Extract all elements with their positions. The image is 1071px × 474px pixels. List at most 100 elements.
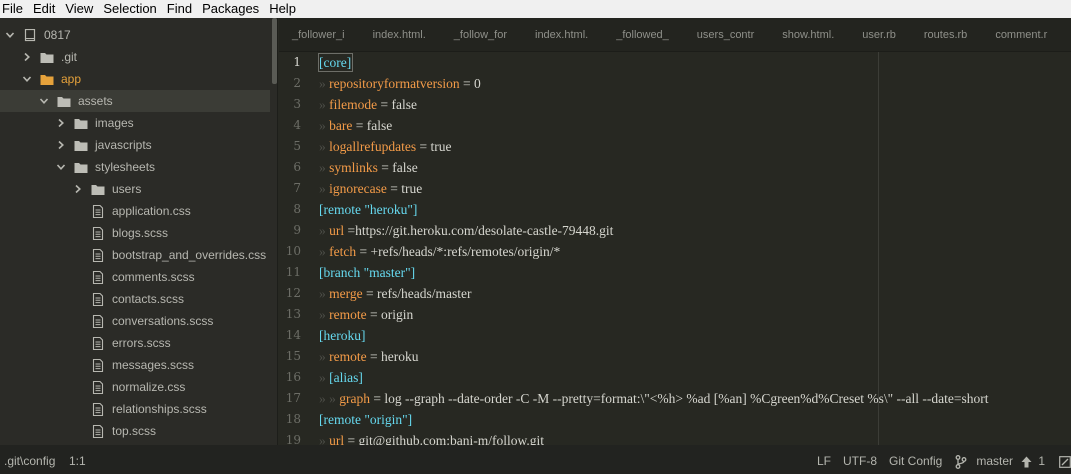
code-area[interactable]: [core]» repositoryformatversion = 0» fil… [319,52,1071,445]
tree-folder-app[interactable]: app [0,68,270,90]
line-number: 2 [293,76,301,90]
chevron-down-icon[interactable] [21,73,33,85]
chevron-right-icon[interactable] [72,183,84,195]
value-token: = heroku [366,349,419,364]
chevron-down-icon[interactable] [4,29,16,41]
chevron-right-icon[interactable] [55,117,67,129]
code-line[interactable]: » url =https://git.heroku.com/desolate-c… [319,220,613,241]
status-line-ending[interactable]: LF [817,445,831,474]
tree-folder-0817[interactable]: 0817 [0,24,270,46]
tab-0[interactable]: _follower_i [279,18,359,51]
tab-6[interactable]: show.html. [768,18,848,51]
tab-2[interactable]: _follow_for [440,18,521,51]
code-line[interactable]: » remote = origin [319,304,413,325]
tab-9[interactable]: comment.r [981,18,1061,51]
menu-find[interactable]: Find [162,0,197,18]
tree-file-messages-scss[interactable]: messages.scss [0,354,270,376]
tab-4[interactable]: _followed_ [602,18,683,51]
tree-file-comments-scss[interactable]: comments.scss [0,266,270,288]
code-line[interactable]: » » graph = log --graph --date-order -C … [319,388,989,409]
tree-file-normalize-css[interactable]: normalize.css [0,376,270,398]
menu-selection[interactable]: Selection [98,0,161,18]
code-line[interactable]: » merge = refs/heads/master [319,283,471,304]
tree-item-label: 0817 [44,28,71,42]
status-encoding[interactable]: UTF-8 [843,445,877,474]
code-line[interactable]: » symlinks = false [319,157,418,178]
status-push-count[interactable]: 1 [1021,445,1045,474]
key-token: remote [329,307,367,322]
tree-file-bootstrap-and-overrides-css[interactable]: bootstrap_and_overrides.css [0,244,270,266]
tab-3[interactable]: index.html. [521,18,602,51]
indent-guide-token: » [319,160,330,175]
line-number: 13 [285,307,301,321]
file-icon [90,226,106,240]
tree-file-top-scss[interactable]: top.scss [0,420,270,442]
section-header-token: [branch "master"] [319,265,416,280]
tree-folder-javascripts[interactable]: javascripts [0,134,270,156]
tree-file-relationships-scss[interactable]: relationships.scss [0,398,270,420]
chevron-down-icon[interactable] [55,161,67,173]
line-number: 6 [293,160,301,174]
tab-8[interactable]: routes.rb [910,18,981,51]
tree-folder-stylesheets[interactable]: stylesheets [0,156,270,178]
tree-folder-images[interactable]: images [0,112,270,134]
code-line[interactable]: » logallrefupdates = true [319,136,451,157]
indent-guide-token: » [319,286,330,301]
tree-view[interactable]: 0817 .git app assets images javascripts styles… [0,18,278,445]
tree-file-application-css[interactable]: application.css [0,200,270,222]
tab-7[interactable]: user.rb [848,18,910,51]
tree-folder-git[interactable]: .git [0,46,270,68]
code-line[interactable]: [heroku] [319,325,365,346]
tree-folder-assets[interactable]: assets [0,90,270,112]
code-line[interactable]: [remote "heroku"] [319,199,417,220]
tree-item-label: application.css [112,204,191,218]
status-edit-icon[interactable] [1059,445,1071,474]
value-token: = false [352,118,393,133]
code-line[interactable]: » repositoryformatversion = 0 [319,73,481,94]
code-line[interactable]: » bare = false [319,115,392,136]
menu-view[interactable]: View [60,0,98,18]
status-cursor-position[interactable]: 1:1 [69,445,86,474]
tree-item-label: .git [61,50,78,64]
code-line[interactable]: » filemode = false [319,94,417,115]
key-token: url [329,433,345,445]
code-line[interactable]: » url = git@github.com:bani-m/follow.git [319,430,544,445]
menu-edit[interactable]: Edit [28,0,60,18]
code-line[interactable]: [branch "master"] [319,262,415,283]
code-line[interactable]: » fetch = +refs/heads/*:refs/remotes/ori… [319,241,560,262]
menu-packages[interactable]: Packages [197,0,264,18]
status-grammar[interactable]: Git Config [889,445,942,474]
menu-file[interactable]: File [0,0,28,18]
tree-item-label: errors.scss [112,336,171,350]
code-line[interactable]: » remote = heroku [319,346,418,367]
chevron-right-icon[interactable] [55,139,67,151]
code-line[interactable]: » ignorecase = true [319,178,422,199]
code-line[interactable]: » [alias] [319,367,363,388]
code-line[interactable]: [core] [319,52,351,73]
code-line[interactable]: [remote "origin"] [319,409,412,430]
status-branch[interactable]: master [955,445,1013,474]
tree-item-label: assets [78,94,113,108]
status-file-path[interactable]: .git\config [4,445,55,474]
line-number: 7 [293,181,301,195]
repo-icon [22,28,38,42]
tree-file-contacts-scss[interactable]: contacts.scss [0,288,270,310]
status-bar: .git\config 1:1 LF UTF-8 Git Config mast… [0,445,1071,474]
section-header-token: [remote "origin"] [319,412,413,427]
tree-scrollbar[interactable] [272,18,277,84]
tab-1[interactable]: index.html. [359,18,440,51]
editor-pane[interactable]: 1 2 3 4 5 6 7 8 9 10 11 12 13 14 15 16 17 18 19 [core]» re… [279,52,1071,445]
file-icon [90,358,106,372]
tree-file-errors-scss[interactable]: errors.scss [0,332,270,354]
tab-5[interactable]: users_contr [683,18,768,51]
indent-guide-token: » [319,244,330,259]
folder-icon [73,116,89,130]
tree-file-conversations-scss[interactable]: conversations.scss [0,310,270,332]
chevron-down-icon[interactable] [38,95,50,107]
chevron-right-icon[interactable] [21,51,33,63]
tree-folder-users[interactable]: users [0,178,270,200]
tree-file-blogs-scss[interactable]: blogs.scss [0,222,270,244]
indent-guide-token: » [319,349,330,364]
menu-help[interactable]: Help [264,0,301,18]
file-icon [90,402,106,416]
